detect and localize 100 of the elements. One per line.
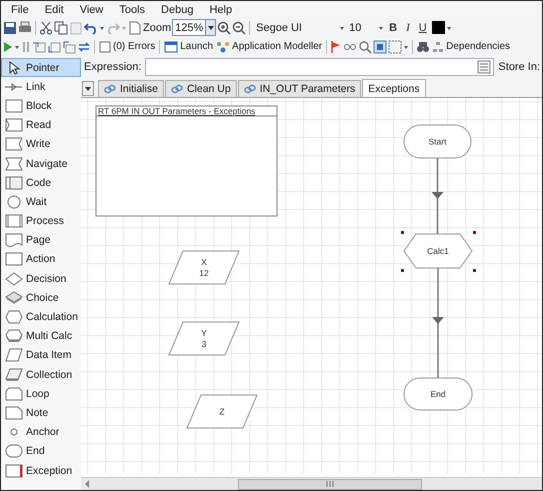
menu-item[interactable]: Debug (153, 4, 202, 16)
data-node[interactable] (186, 394, 258, 428)
undo-icon[interactable] (84, 20, 98, 34)
node-label: X (201, 257, 207, 267)
palette-item[interactable]: Decision (1, 269, 81, 288)
palette-item[interactable]: Loop (1, 384, 81, 404)
palette-item[interactable]: Data Item (1, 346, 81, 365)
node-label: End (430, 389, 446, 399)
page-tab[interactable]: Initialise (98, 80, 164, 97)
dotted-frame-icon[interactable] (388, 40, 402, 54)
page-tab[interactable]: Exceptions (362, 79, 426, 97)
page-tab[interactable]: Clean Up (164, 80, 237, 97)
bold-button[interactable]: B (385, 22, 402, 34)
palette-item[interactable]: Collection (1, 365, 81, 384)
palette-item[interactable]: Choice (1, 288, 81, 308)
step-over-icon[interactable] (47, 40, 61, 54)
data-node[interactable] (168, 322, 240, 356)
node-label: Y (201, 328, 207, 338)
palette-item[interactable]: Code (1, 173, 81, 192)
block-shape-icon (5, 98, 23, 113)
calculator-icon[interactable] (477, 60, 492, 74)
loop-shape-icon (5, 386, 23, 401)
tab-list-button[interactable] (82, 81, 94, 96)
grip-icon (326, 481, 334, 487)
menu-item[interactable]: View (72, 4, 112, 16)
zoom-dropdown[interactable]: 125% (172, 19, 216, 36)
selection-handle[interactable] (473, 269, 476, 272)
errors-button[interactable]: (0) Errors (98, 40, 156, 52)
wait-shape-icon (5, 194, 23, 209)
palette-item[interactable]: Note (1, 403, 81, 423)
palette-item[interactable]: Exception (1, 460, 81, 480)
underline-button[interactable]: U (414, 22, 431, 34)
palette-item[interactable]: Navigate (1, 154, 81, 174)
zoom-label: Zoom (143, 22, 172, 34)
color-swatch-icon[interactable] (432, 21, 445, 34)
menu-item[interactable]: Help (201, 4, 240, 16)
palette-item[interactable]: Multi Calc (1, 326, 81, 346)
copy-icon[interactable] (54, 20, 68, 34)
link-icon (170, 84, 183, 94)
cut-icon[interactable] (39, 20, 53, 34)
diagram-canvas[interactable]: RT 6PM IN OUT Parameters - Exceptions Start Calc1 End X 12 Y 3 Z (81, 98, 542, 477)
step-into-icon[interactable] (32, 40, 46, 54)
refresh-icon[interactable] (77, 40, 91, 54)
menu-item[interactable]: Tools (111, 4, 154, 16)
horizontal-scrollbar[interactable] (81, 477, 542, 490)
font-dropdown[interactable]: Segoe UI (253, 22, 338, 34)
palette-item[interactable]: Process (1, 212, 81, 231)
palette-item[interactable]: Anchor (1, 422, 81, 442)
palette-item[interactable]: End (1, 442, 81, 461)
multi-calc-shape-icon (5, 329, 23, 344)
note-shape-icon (5, 406, 23, 420)
calculation-shape-icon (5, 310, 23, 324)
page-icon[interactable] (128, 20, 142, 34)
application-modeller-button[interactable]: Application Modeller (215, 40, 324, 52)
page-tab[interactable]: IN_OUT Parameters (238, 80, 362, 97)
launch-button[interactable]: Launch (163, 40, 214, 52)
note-box[interactable] (96, 106, 278, 216)
write-shape-icon (5, 137, 23, 152)
start-node[interactable] (404, 124, 472, 158)
zoom-in-icon[interactable] (217, 20, 232, 34)
palette-item[interactable]: Pointer (1, 58, 81, 78)
end-node[interactable] (404, 378, 472, 410)
zoom-out-icon[interactable] (232, 20, 246, 34)
font-size-dropdown[interactable]: 10 (346, 22, 378, 34)
dependencies-button[interactable]: Dependencies (431, 40, 512, 52)
play-icon[interactable] (3, 40, 13, 52)
hierarchy-icon (432, 40, 444, 52)
exception-shape-icon (5, 464, 23, 478)
calculation-node[interactable] (403, 234, 473, 268)
palette-item[interactable]: Block (1, 96, 81, 116)
palette-item[interactable]: Action (1, 250, 81, 270)
selection-handle[interactable] (401, 231, 404, 234)
menu-item[interactable]: Edit (36, 4, 72, 16)
binoculars-icon[interactable] (416, 40, 430, 54)
navigate-shape-icon (5, 156, 23, 171)
flag-icon[interactable] (330, 40, 342, 54)
menu-item[interactable]: File (3, 4, 37, 16)
data-node[interactable] (168, 250, 240, 284)
print-icon[interactable] (18, 20, 32, 34)
left-arrow-icon[interactable] (84, 480, 90, 488)
step-out-icon[interactable] (62, 40, 76, 54)
palette-item[interactable]: Calculation (1, 307, 81, 327)
selection-handle[interactable] (473, 231, 476, 234)
network-icon (216, 40, 230, 52)
expression-field[interactable] (145, 58, 494, 76)
italic-button[interactable]: I (402, 22, 414, 34)
page-shape-icon (5, 233, 23, 248)
node-label: 3 (202, 339, 206, 349)
search-icon[interactable] (358, 40, 372, 54)
palette-item[interactable]: Read (1, 116, 81, 135)
process-shape-icon (5, 214, 23, 228)
link-icon (104, 84, 116, 94)
selection-handle[interactable] (401, 269, 404, 272)
palette-item[interactable]: Link (1, 77, 81, 96)
save-icon[interactable] (3, 20, 17, 34)
select-icon[interactable] (373, 40, 388, 54)
palette-item[interactable]: Page (1, 230, 81, 250)
palette-item[interactable]: Write (1, 134, 81, 154)
scrollbar-thumb[interactable] (238, 478, 422, 490)
palette-item[interactable]: Wait (1, 192, 81, 212)
